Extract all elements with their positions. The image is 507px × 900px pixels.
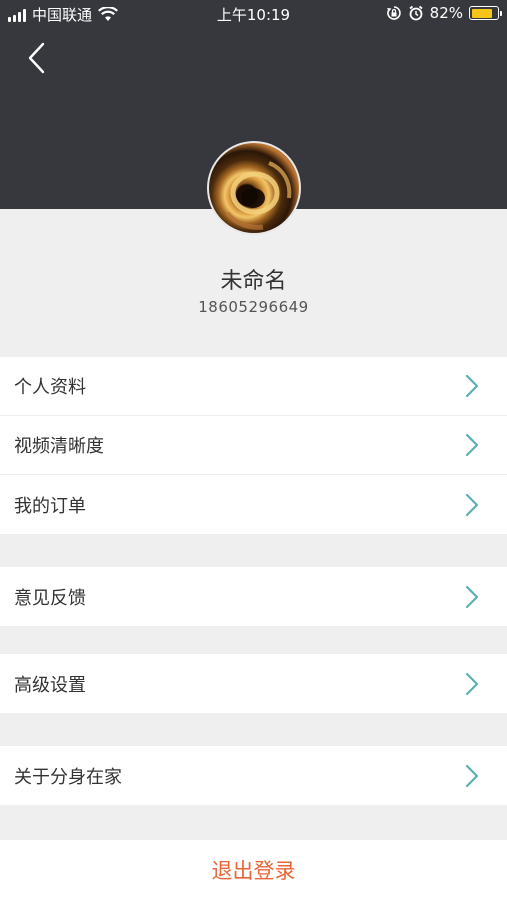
menu-item-label: 我的订单	[14, 495, 86, 517]
chevron-right-icon	[465, 493, 479, 516]
chevron-right-icon	[465, 672, 479, 695]
logout-button[interactable]: 退出登录	[0, 840, 507, 900]
chevron-right-icon	[465, 585, 479, 608]
menu-item-profile[interactable]: 个人资料	[0, 357, 507, 416]
menu-item-my-orders[interactable]: 我的订单	[0, 475, 507, 534]
profile-name: 未命名	[220, 269, 287, 294]
menu-item-label: 个人资料	[14, 377, 86, 398]
menu-item-video-quality[interactable]: 视频清晰度	[0, 416, 507, 475]
menu-item-about[interactable]: 关于分身在家	[0, 746, 507, 805]
rotation-lock-icon	[386, 6, 401, 20]
menu-item-advanced-settings[interactable]: 高级设置	[0, 654, 507, 713]
menu-item-label: 高级设置	[14, 674, 86, 696]
menu-group-feedback: 意见反馈	[0, 567, 507, 626]
chevron-right-icon	[465, 764, 479, 787]
back-button[interactable]	[26, 42, 50, 74]
logout-label: 退出登录	[211, 859, 296, 883]
battery-percent: 82%	[429, 4, 463, 22]
menu-group-advanced: 高级设置	[0, 654, 507, 713]
menu-item-label: 意见反馈	[14, 587, 86, 609]
menu-group-about: 关于分身在家	[0, 746, 507, 805]
menu-item-label: 视频清晰度	[14, 436, 104, 457]
avatar-image	[225, 161, 292, 230]
status-bar: 中国联通 上午10:19 82%	[0, 0, 507, 28]
alarm-icon	[409, 5, 423, 21]
menu-group-account: 个人资料 视频清晰度 我的订单	[0, 357, 507, 534]
chevron-right-icon	[465, 374, 479, 398]
menu-item-feedback[interactable]: 意见反馈	[0, 567, 507, 626]
profile-phone: 18605296649	[198, 298, 309, 316]
avatar[interactable]	[207, 141, 301, 235]
battery-icon	[469, 6, 502, 20]
menu-item-label: 关于分身在家	[14, 766, 122, 788]
chevron-right-icon	[465, 433, 479, 457]
